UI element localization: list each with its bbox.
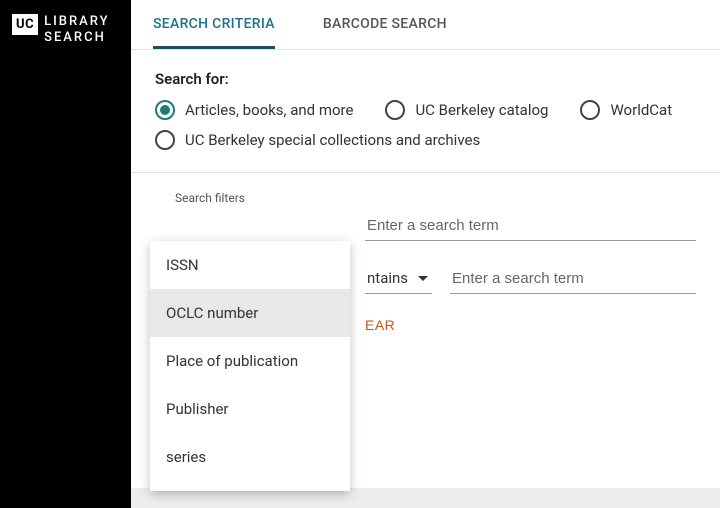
search-filters-heading: Search filters — [175, 191, 696, 205]
radio-icon — [155, 130, 175, 150]
radio-icon — [385, 100, 405, 120]
scope-special[interactable]: UC Berkeley special collections and arch… — [155, 130, 480, 150]
logo-text: LIBRARY SEARCH — [44, 14, 110, 47]
scope-articles[interactable]: Articles, books, and more — [155, 100, 353, 120]
logo-line1: LIBRARY — [44, 14, 110, 29]
scope-catalog-label: UC Berkeley catalog — [415, 101, 548, 119]
filter-row-1 — [155, 211, 696, 241]
search-term-input-1[interactable] — [365, 211, 696, 241]
scope-worldcat-label: WorldCat — [610, 101, 672, 119]
dropdown-item-publisher[interactable]: Publisher — [150, 385, 350, 433]
radio-icon — [580, 100, 600, 120]
dropdown-item-issn[interactable]: ISSN — [150, 241, 350, 289]
dropdown-item-place[interactable]: Place of publication — [150, 337, 350, 385]
scope-radio-group-2: UC Berkeley special collections and arch… — [155, 130, 696, 150]
scope-catalog[interactable]: UC Berkeley catalog — [385, 100, 548, 120]
scope-worldcat[interactable]: WorldCat — [580, 100, 672, 120]
logo-line2: SEARCH — [44, 30, 106, 45]
tab-search-criteria[interactable]: SEARCH CRITERIA — [153, 6, 275, 49]
dropdown-item-oclc[interactable]: OCLC number — [150, 289, 350, 337]
left-sidebar: UC LIBRARY SEARCH — [0, 0, 131, 508]
tab-barcode-search[interactable]: BARCODE SEARCH — [323, 6, 447, 49]
dropdown-item-series[interactable]: series — [150, 433, 350, 481]
clear-button[interactable]: EAR — [365, 317, 395, 333]
search-term-input-2[interactable] — [450, 264, 696, 294]
scope-articles-label: Articles, books, and more — [185, 101, 353, 119]
scope-radio-group: Articles, books, and more UC Berkeley ca… — [155, 100, 696, 120]
scope-special-label: UC Berkeley special collections and arch… — [185, 131, 480, 149]
tab-bar: SEARCH CRITERIA BARCODE SEARCH — [131, 0, 720, 50]
chevron-down-icon — [418, 276, 428, 281]
match-type-select[interactable]: ntains — [365, 263, 432, 294]
library-search-logo[interactable]: UC LIBRARY SEARCH — [12, 14, 119, 47]
footer-bar — [131, 488, 720, 508]
match-type-value: ntains — [367, 269, 408, 287]
divider — [131, 172, 720, 173]
app-root: UC LIBRARY SEARCH SEARCH CRITERIA BARCOD… — [0, 0, 720, 508]
dropdown-scroll[interactable]: ISSN OCLC number Place of publication Pu… — [150, 241, 350, 491]
field-select-dropdown[interactable]: ISSN OCLC number Place of publication Pu… — [150, 241, 350, 491]
search-for-label: Search for: — [155, 70, 696, 88]
radio-checked-icon — [155, 100, 175, 120]
uc-badge: UC — [12, 14, 38, 35]
